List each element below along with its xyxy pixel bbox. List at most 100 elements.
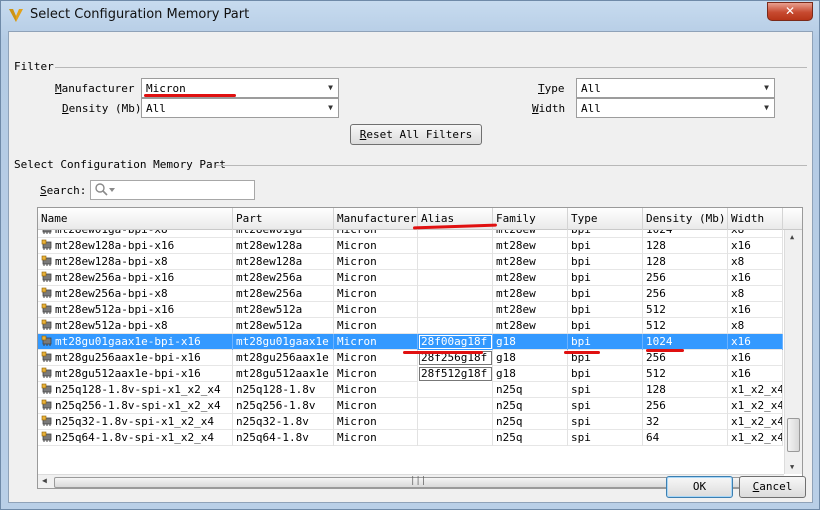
manufacturer-label: Manufacturer	[55, 82, 135, 95]
cell-alias	[418, 254, 493, 270]
cell-family: g18	[493, 366, 568, 382]
table-row[interactable]: n25q32-1.8v-spi-x1_x2_x4 n25q32-1.8v Micro…	[38, 414, 783, 430]
cell-part: n25q128-1.8v	[233, 382, 334, 398]
select-part-section-label: Select Configuration Memory Part	[14, 158, 226, 171]
cell-family: n25q	[493, 430, 568, 446]
cell-name: mt28ew512a-bpi-x8	[38, 318, 233, 334]
cell-manufacturer: Micron	[334, 382, 418, 398]
table-row[interactable]: mt28ew256a-bpi-x16 mt28ew256a Micron mt28ew…	[38, 270, 783, 286]
cell-name-text: n25q32-1.8v-spi-x1_x2_x4	[55, 415, 214, 428]
cell-manufacturer: Micron	[334, 366, 418, 382]
cell-name-text: mt28ew128a-bpi-x16	[55, 239, 175, 252]
cell-type: bpi	[568, 302, 643, 318]
cell-name: n25q32-1.8v-spi-x1_x2_x4	[38, 414, 233, 430]
width-label: Width	[532, 102, 566, 115]
cell-width: x8	[728, 254, 783, 270]
cell-density: 1024	[643, 230, 728, 238]
table-row[interactable]: mt28ew128a-bpi-x8 mt28ew128a Micron mt28ew b…	[38, 254, 783, 270]
cell-type: bpi	[568, 286, 643, 302]
cell-type: bpi	[568, 238, 643, 254]
memory-chip-icon	[41, 399, 52, 410]
cell-name: mt28ew256a-bpi-x16	[38, 270, 233, 286]
table-row[interactable]: n25q128-1.8v-spi-x1_x2_x4 n25q128-1.8v Mic…	[38, 382, 783, 398]
column-header-manufacturer[interactable]: Manufacturer	[334, 208, 418, 230]
density-dropdown[interactable]: All ▼	[141, 98, 339, 118]
table-row[interactable]: mt28ew512a-bpi-x8 mt28ew512a Micron mt28ew b…	[38, 318, 783, 334]
cell-width: x16	[728, 366, 783, 382]
memory-chip-icon	[41, 303, 52, 314]
memory-chip-icon	[41, 239, 52, 250]
cell-type: bpi	[568, 334, 643, 350]
memory-chip-icon	[41, 271, 52, 282]
cell-part: mt28gu512aax1e	[233, 366, 334, 382]
type-dropdown[interactable]: All ▼	[576, 78, 775, 98]
grip-icon: |||	[410, 476, 427, 486]
cell-manufacturer: Micron	[334, 430, 418, 446]
cell-density: 1024	[643, 334, 728, 350]
cell-name: mt28ew512a-bpi-x16	[38, 302, 233, 318]
cell-family: n25q	[493, 382, 568, 398]
table-row[interactable]: mt28ew01ga-bpi-x8 mt28ew01gaMicron mt28ewb…	[38, 230, 783, 238]
type-label: Type	[538, 82, 565, 95]
column-header-name[interactable]: Name	[38, 208, 233, 230]
table-row[interactable]: n25q256-1.8v-spi-x1_x2_x4 n25q256-1.8v Mic…	[38, 398, 783, 414]
cell-family: mt28ew	[493, 302, 568, 318]
cell-part: mt28gu01gaax1e	[233, 334, 334, 350]
cell-part: mt28gu256aax1e	[233, 350, 334, 366]
cell-density: 512	[643, 318, 728, 334]
cell-width: x16	[728, 270, 783, 286]
type-value-annotation	[564, 351, 600, 354]
cell-name: mt28ew01ga-bpi-x8	[38, 230, 233, 238]
cell-family: n25q	[493, 414, 568, 430]
width-dropdown[interactable]: All ▼	[576, 98, 775, 118]
cell-density: 256	[643, 270, 728, 286]
memory-chip-icon	[41, 335, 52, 346]
column-header-type[interactable]: Type	[568, 208, 643, 230]
cell-manufacturer: Micron	[334, 270, 418, 286]
cell-alias	[418, 302, 493, 318]
vertical-scrollbar[interactable]: ▲ ▼	[784, 230, 802, 474]
cell-width: x16	[728, 334, 783, 350]
cell-alias: 28f00ag18f	[418, 334, 493, 350]
cell-family: mt28ew	[493, 286, 568, 302]
table-row[interactable]: mt28ew128a-bpi-x16 mt28ew128a Micron mt28ew…	[38, 238, 783, 254]
cell-part: mt28ew512a	[233, 302, 334, 318]
cell-name-text: mt28ew256a-bpi-x16	[55, 271, 175, 284]
cell-name-text: mt28gu256aax1e-bpi-x16	[55, 351, 201, 364]
cell-name: mt28gu512aax1e-bpi-x16	[38, 366, 233, 382]
scroll-left-icon[interactable]: ◀	[42, 476, 47, 485]
scroll-down-icon[interactable]: ▼	[790, 463, 794, 471]
column-header-part[interactable]: Part	[233, 208, 334, 230]
title-bar[interactable]: Select Configuration Memory Part ✕	[1, 1, 819, 31]
cell-part: n25q32-1.8v	[233, 414, 334, 430]
cell-family: g18	[493, 350, 568, 366]
memory-chip-icon	[41, 319, 52, 330]
table-row[interactable]: mt28gu01gaax1e-bpi-x16 mt28gu01gaax1e Micr…	[38, 334, 783, 350]
cell-name-text: n25q128-1.8v-spi-x1_x2_x4	[55, 383, 221, 396]
cell-part: n25q256-1.8v	[233, 398, 334, 414]
table-row[interactable]: mt28ew512a-bpi-x16 mt28ew512a Micron mt28ew…	[38, 302, 783, 318]
search-input[interactable]	[90, 180, 255, 200]
cell-alias	[418, 414, 493, 430]
cell-name-text: mt28ew512a-bpi-x16	[55, 303, 175, 316]
close-button[interactable]: ✕	[767, 2, 813, 21]
ok-button[interactable]: OK	[666, 476, 733, 498]
cell-part: mt28ew128a	[233, 238, 334, 254]
column-header-width[interactable]: Width	[728, 208, 783, 230]
cell-family: mt28ew	[493, 254, 568, 270]
cell-part: n25q64-1.8v	[233, 430, 334, 446]
table-row[interactable]: n25q64-1.8v-spi-x1_x2_x4 n25q64-1.8v Micro…	[38, 430, 783, 446]
cell-type: bpi	[568, 254, 643, 270]
cancel-button[interactable]: Cancel	[739, 476, 806, 498]
dialog-window: Select Configuration Memory Part ✕ Filte…	[0, 0, 820, 510]
window-title: Select Configuration Memory Part	[30, 7, 250, 22]
reset-all-filters-button[interactable]: Reset All Filters	[350, 124, 482, 145]
column-header-density[interactable]: Density (Mb)	[643, 208, 728, 230]
table-row[interactable]: mt28ew256a-bpi-x8 mt28ew256a Micron mt28ew b…	[38, 286, 783, 302]
cell-width: x8	[728, 230, 783, 238]
table-row[interactable]: mt28gu512aax1e-bpi-x16 mt28gu512aax1e Micr…	[38, 366, 783, 382]
dialog-client-area: Filter Manufacturer Micron ▼ Density (Mb…	[8, 31, 813, 503]
scroll-up-icon[interactable]: ▲	[790, 233, 794, 241]
column-header-family[interactable]: Family	[493, 208, 568, 230]
vertical-scroll-thumb[interactable]	[787, 418, 800, 452]
